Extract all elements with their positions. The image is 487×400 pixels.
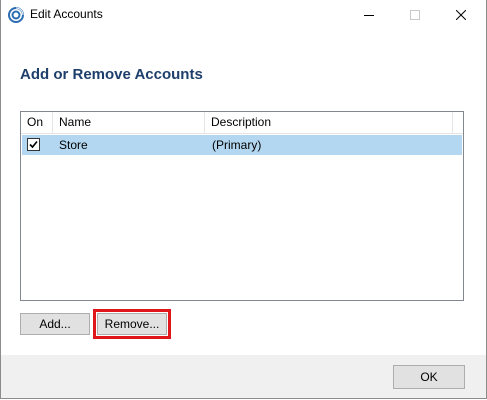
accounts-list[interactable]: On Name Description Store (Primary) bbox=[20, 111, 464, 301]
add-button[interactable]: Add... bbox=[20, 313, 90, 335]
close-button[interactable] bbox=[438, 0, 484, 30]
page-title: Add or Remove Accounts bbox=[20, 66, 203, 83]
ok-button[interactable]: OK bbox=[393, 365, 465, 389]
window-title: Edit Accounts bbox=[30, 7, 103, 21]
maximize-button[interactable] bbox=[392, 0, 438, 30]
account-description: (Primary) bbox=[212, 138, 262, 152]
account-name: Store bbox=[59, 138, 88, 152]
remove-button-highlight bbox=[93, 309, 171, 339]
column-header-filler bbox=[453, 112, 463, 133]
minimize-button[interactable] bbox=[346, 0, 392, 30]
maximize-icon bbox=[410, 10, 420, 20]
account-enabled-checkbox[interactable] bbox=[27, 138, 40, 151]
close-icon bbox=[456, 10, 466, 20]
column-header-description[interactable]: Description bbox=[205, 112, 453, 133]
column-header-on[interactable]: On bbox=[21, 112, 53, 133]
edit-accounts-dialog: Edit Accounts Add or Remove Accounts On … bbox=[0, 0, 487, 399]
column-header-name[interactable]: Name bbox=[53, 112, 205, 133]
list-header: On Name Description bbox=[21, 112, 463, 134]
checkmark-icon bbox=[29, 140, 38, 149]
minimize-icon bbox=[364, 10, 374, 20]
list-item[interactable]: Store (Primary) bbox=[22, 135, 462, 155]
app-swirl-icon bbox=[8, 7, 24, 23]
title-bar[interactable]: Edit Accounts bbox=[1, 0, 486, 30]
